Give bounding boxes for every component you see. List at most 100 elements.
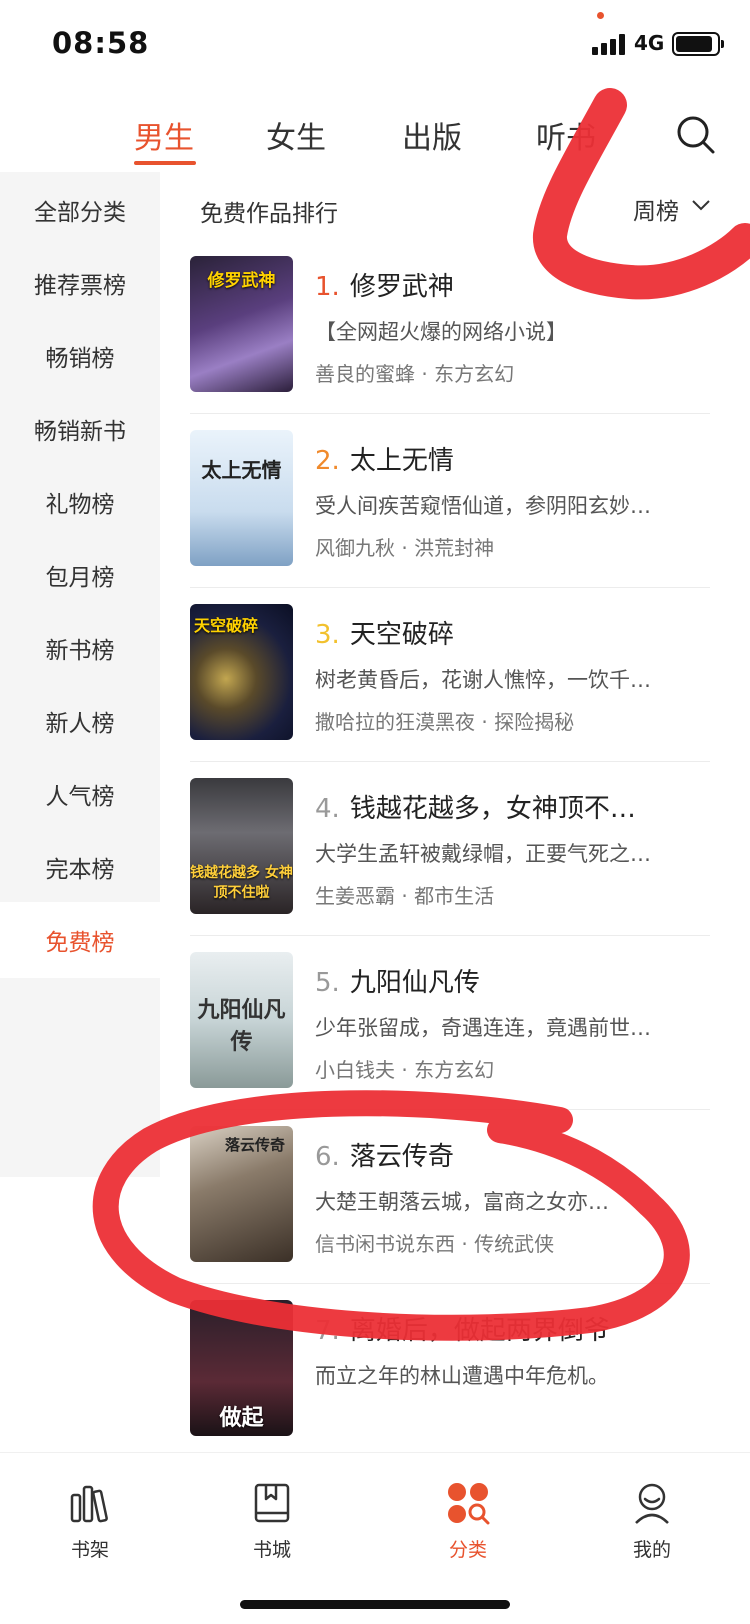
sidebar-item-gifts[interactable]: 礼物榜 <box>0 464 160 540</box>
book-title-row[interactable]: 6. 落云传奇 <box>315 1136 454 1173</box>
book-item[interactable]: 天空破碎 3. 天空破碎 树老黄昏后，花谢人憔悴，一饮千… 撒哈拉的狂漠黑夜 · … <box>190 582 710 762</box>
sidebar-item-bestsellers[interactable]: 畅销榜 <box>0 318 160 394</box>
top-tabs: 男生 女生 出版 听书 <box>0 95 750 175</box>
nav-profile[interactable]: 我的 <box>592 1481 712 1571</box>
cover-title: 太上无情 <box>201 458 282 482</box>
meta-separator: · <box>401 1058 408 1082</box>
sidebar-item-recommend-votes[interactable]: 推荐票榜 <box>0 245 160 321</box>
nav-bookshelf[interactable]: 书架 <box>30 1481 150 1571</box>
recording-dot-icon <box>597 12 604 19</box>
book-title-row[interactable]: 7. 离婚后，做起两界倒爷 <box>315 1310 610 1347</box>
book-description: 树老黄昏后，花谢人憔悴，一饮千… <box>315 668 651 692</box>
rank-number: 1. <box>315 272 340 302</box>
bookshelf-icon <box>70 1485 108 1523</box>
search-icon[interactable] <box>676 115 716 155</box>
bottom-nav: 书架 书城 分类 我的 <box>0 1452 750 1624</box>
book-author: 信书闲书说东西 <box>315 1232 455 1256</box>
sidebar-item-new-bestsellers[interactable]: 畅销新书 <box>0 391 160 467</box>
category-icon <box>448 1483 490 1525</box>
nav-label: 书架 <box>70 1539 109 1561</box>
rank-number: 2. <box>315 446 340 476</box>
book-genre: 洪荒封神 <box>414 536 495 560</box>
book-item[interactable]: 太上无情 2. 太上无情 受人间疾苦窥悟仙道，参阴阳玄妙… 风御九秋 · 洪荒封神 <box>190 408 710 588</box>
tab-female[interactable]: 女生 <box>266 113 326 157</box>
tab-publishing[interactable]: 出版 <box>402 113 462 157</box>
book-meta: 小白钱夫 · 东方玄幻 <box>315 1054 494 1083</box>
ranking-header: 免费作品排行 周榜 <box>160 172 750 242</box>
book-author: 风御九秋 <box>315 536 395 560</box>
book-author: 撒哈拉的狂漠黑夜 <box>315 710 475 734</box>
book-genre: 传统武侠 <box>474 1232 555 1256</box>
status-bar: 08:58 4G <box>0 0 750 90</box>
book-meta: 善良的蜜蜂 · 东方玄幻 <box>315 358 514 387</box>
rank-number: 7. <box>315 1316 340 1346</box>
sidebar-item-free[interactable]: 免费榜 <box>0 902 160 978</box>
nav-label: 我的 <box>632 1539 671 1561</box>
book-cover[interactable]: 天空破碎 <box>190 604 293 740</box>
cover-title: 钱越花越多 女神顶不住啦 <box>190 865 293 901</box>
book-title-row[interactable]: 2. 太上无情 <box>315 440 454 477</box>
rank-number: 3. <box>315 620 340 650</box>
sidebar-item-popularity[interactable]: 人气榜 <box>0 756 160 832</box>
book-description: 大楚王朝落云城，富商之女亦… <box>315 1190 609 1214</box>
period-select[interactable]: 周榜 <box>633 192 679 226</box>
book-title: 九阳仙凡传 <box>349 968 480 998</box>
cover-title: 做起 <box>219 1406 264 1431</box>
home-indicator <box>240 1600 510 1609</box>
book-meta: 信书闲书说东西 · 传统武侠 <box>315 1228 554 1257</box>
book-description: 【全网超火爆的网络小说】 <box>315 320 567 344</box>
book-genre: 东方玄幻 <box>414 1058 495 1082</box>
network-label: 4G <box>634 31 665 55</box>
active-tab-underline <box>134 161 196 165</box>
meta-separator: · <box>481 710 488 734</box>
book-item[interactable]: 做起 7. 离婚后，做起两界倒爷 而立之年的林山遭遇中年危机。 <box>190 1278 710 1452</box>
sidebar-item-monthly[interactable]: 包月榜 <box>0 537 160 613</box>
book-genre: 都市生活 <box>414 884 495 908</box>
book-cover[interactable]: 九阳仙凡传 <box>190 952 293 1088</box>
tab-audiobook[interactable]: 听书 <box>536 113 596 157</box>
rank-number: 4. <box>315 794 340 824</box>
book-meta: 风御九秋 · 洪荒封神 <box>315 532 494 561</box>
tab-male[interactable]: 男生 <box>134 113 194 157</box>
book-title-row[interactable]: 4. 钱越花越多，女神顶不… <box>315 788 636 825</box>
book-cover[interactable]: 做起 <box>190 1300 293 1436</box>
sidebar-item-all-categories[interactable]: 全部分类 <box>0 172 160 248</box>
book-title: 太上无情 <box>349 446 454 476</box>
sidebar: 全部分类 推荐票榜 畅销榜 畅销新书 礼物榜 包月榜 新书榜 新人榜 人气榜 完… <box>0 172 160 1624</box>
book-item[interactable]: 修罗武神 1. 修罗武神 【全网超火爆的网络小说】 善良的蜜蜂 · 东方玄幻 <box>190 234 710 414</box>
sidebar-item-completed[interactable]: 完本榜 <box>0 829 160 905</box>
book-title-row[interactable]: 3. 天空破碎 <box>315 614 454 651</box>
book-author: 生姜恶霸 <box>315 884 395 908</box>
book-cover[interactable]: 修罗武神 <box>190 256 293 392</box>
meta-separator: · <box>421 362 428 386</box>
book-title-row[interactable]: 5. 九阳仙凡传 <box>315 962 480 999</box>
book-genre: 探险揭秘 <box>494 710 575 734</box>
nav-category[interactable]: 分类 <box>408 1481 528 1571</box>
book-cover[interactable]: 钱越花越多 女神顶不住啦 <box>190 778 293 914</box>
battery-icon <box>672 32 724 56</box>
chevron-down-icon[interactable] <box>690 194 712 216</box>
book-title: 天空破碎 <box>349 620 454 650</box>
status-time: 08:58 <box>52 26 150 60</box>
book-item[interactable]: 九阳仙凡传 5. 九阳仙凡传 少年张留成，奇遇连连，竟遇前世… 小白钱夫 · 东方… <box>190 930 710 1110</box>
book-author: 善良的蜜蜂 <box>315 362 415 386</box>
nav-label: 分类 <box>448 1539 487 1561</box>
book-description: 大学生孟轩被戴绿帽，正要气死之… <box>315 842 651 866</box>
book-meta: 撒哈拉的狂漠黑夜 · 探险揭秘 <box>315 706 574 735</box>
book-item[interactable]: 落云传奇 6. 落云传奇 大楚王朝落云城，富商之女亦… 信书闲书说东西 · 传统武… <box>190 1104 710 1284</box>
book-description: 而立之年的林山遭遇中年危机。 <box>315 1364 609 1388</box>
profile-icon <box>635 1483 669 1524</box>
book-meta: 生姜恶霸 · 都市生活 <box>315 880 494 909</box>
sidebar-item-new-authors[interactable]: 新人榜 <box>0 683 160 759</box>
book-cover[interactable]: 落云传奇 <box>190 1126 293 1262</box>
nav-bookstore[interactable]: 书城 <box>212 1481 332 1571</box>
nav-label: 书城 <box>252 1539 291 1561</box>
book-item[interactable]: 钱越花越多 女神顶不住啦 4. 钱越花越多，女神顶不… 大学生孟轩被戴绿帽，正要气… <box>190 756 710 936</box>
cover-title: 九阳仙凡传 <box>197 998 286 1055</box>
book-title-row[interactable]: 1. 修罗武神 <box>315 266 454 303</box>
cover-title: 落云传奇 <box>224 1136 285 1154</box>
sidebar-item-new-books[interactable]: 新书榜 <box>0 610 160 686</box>
book-cover[interactable]: 太上无情 <box>190 430 293 566</box>
book-description: 少年张留成，奇遇连连，竟遇前世… <box>315 1016 651 1040</box>
rank-number: 5. <box>315 968 340 998</box>
